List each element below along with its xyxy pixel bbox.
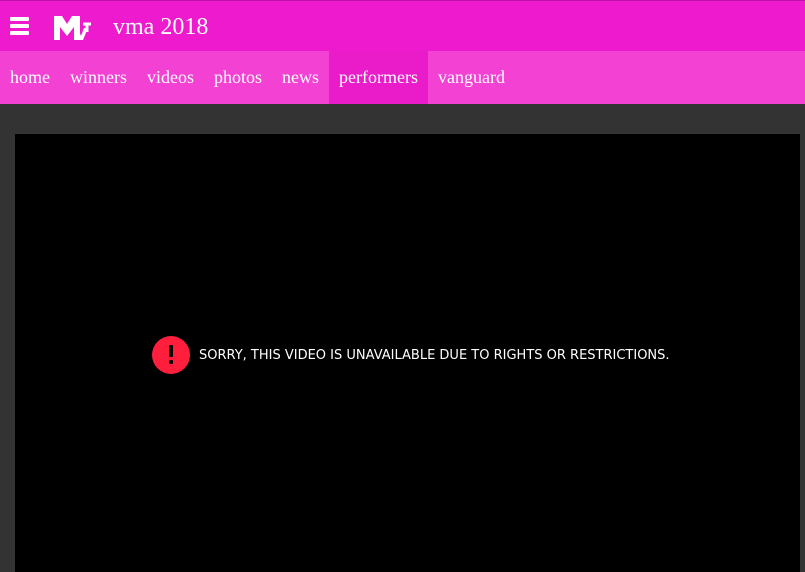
- nav-item-winners[interactable]: winners: [60, 51, 137, 104]
- nav-item-performers[interactable]: performers: [329, 51, 428, 104]
- exclamation-circle-icon: [152, 336, 190, 374]
- nav-item-videos[interactable]: videos: [137, 51, 204, 104]
- nav-item-home[interactable]: home: [0, 51, 60, 104]
- video-player[interactable]: SORRY, THIS VIDEO IS UNAVAILABLE DUE TO …: [15, 134, 800, 572]
- nav-item-vanguard[interactable]: vanguard: [428, 51, 515, 104]
- video-error-message: SORRY, THIS VIDEO IS UNAVAILABLE DUE TO …: [152, 336, 670, 374]
- error-text: SORRY, THIS VIDEO IS UNAVAILABLE DUE TO …: [199, 347, 670, 363]
- nav-item-news[interactable]: news: [272, 51, 329, 104]
- mtv-logo[interactable]: [53, 15, 93, 41]
- main-nav: home winners videos photos news performe…: [0, 51, 805, 104]
- site-title[interactable]: vma 2018: [113, 12, 208, 42]
- header-bar: vma 2018: [0, 0, 805, 51]
- nav-item-photos[interactable]: photos: [204, 51, 272, 104]
- hamburger-menu-icon[interactable]: [10, 17, 29, 35]
